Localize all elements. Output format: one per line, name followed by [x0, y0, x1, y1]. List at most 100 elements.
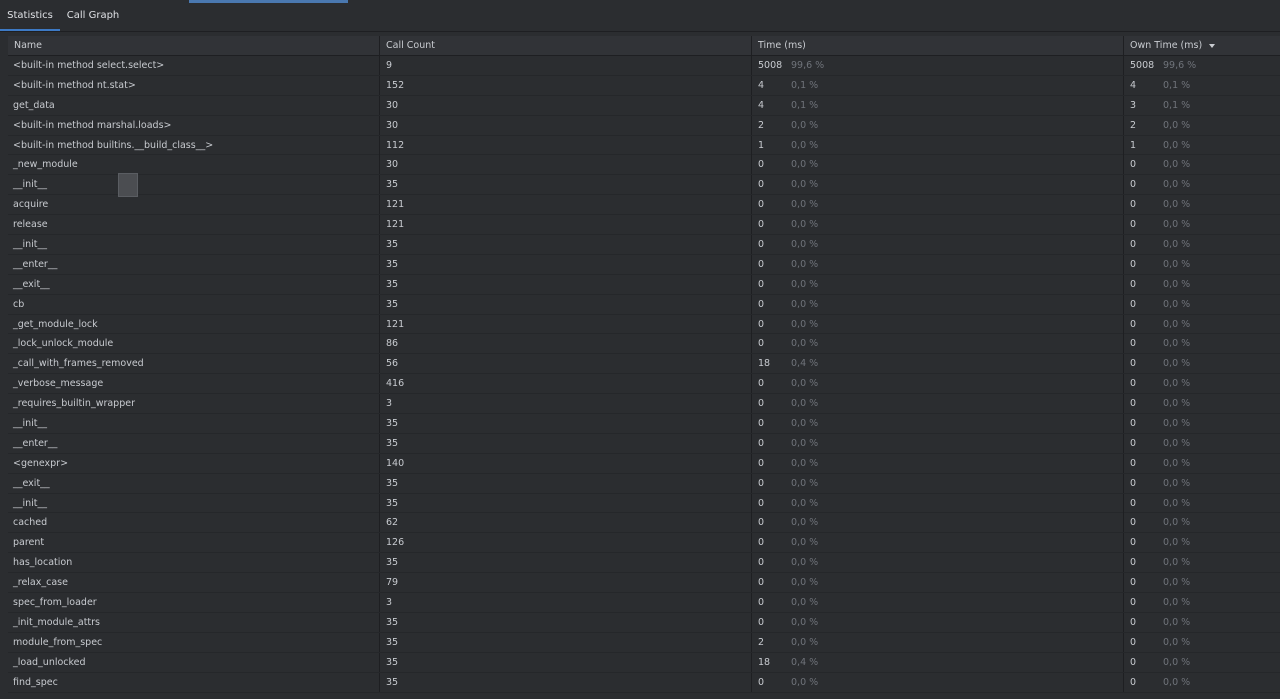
table-row[interactable]: __init__ 35 0 0,0 % 0 0,0 % [8, 414, 1280, 434]
cell-time-value: 4 [758, 79, 765, 91]
table-row[interactable]: get_data 30 4 0,1 % 3 0,1 % [8, 95, 1280, 116]
tab-statistics[interactable]: Statistics [0, 3, 60, 31]
table-row[interactable]: release 121 0 0,0 % 0 0,0 % [8, 215, 1280, 236]
cell-own-time-percent: 0,0 % [1163, 378, 1191, 390]
cell-own-time-value: 0 [1130, 437, 1137, 449]
cell-own-time-value: 2 [1130, 119, 1137, 131]
cell-name: __init__ [8, 175, 380, 195]
cell-time-value: 0 [758, 338, 765, 350]
cell-own-time-percent: 0,0 % [1163, 119, 1191, 131]
table-row[interactable]: <built-in method builtins.__build_class_… [8, 135, 1280, 156]
cell-own-time-percent: 0,0 % [1163, 636, 1191, 648]
cell-name: _get_module_lock [8, 314, 380, 334]
cell-name: cached [8, 513, 380, 533]
cell-own-time: 0 0,0 % [1124, 613, 1280, 632]
cell-own-time-percent: 0,0 % [1163, 358, 1191, 370]
table-row[interactable]: spec_from_loader 3 0 0,0 % 0 0,0 % [8, 593, 1280, 613]
cell-time: 0 0,0 % [752, 672, 1124, 692]
cell-own-time: 0 0,0 % [1124, 255, 1280, 274]
table-row[interactable]: <built-in method marshal.loads> 30 2 0,0 % 2… [8, 115, 1280, 136]
cell-call-count: 35 [380, 235, 752, 255]
cell-own-time-value: 0 [1130, 358, 1137, 370]
cell-own-time-value: 0 [1130, 378, 1137, 390]
column-header-name[interactable]: Name [8, 36, 380, 56]
table-row[interactable]: cached 62 0 0,0 % 0 0,0 % [8, 513, 1280, 534]
cell-time: 0 0,0 % [752, 274, 1124, 294]
cell-own-time-percent: 0,0 % [1163, 239, 1191, 251]
table-row[interactable]: _requires_builtin_wrapper 3 0 0,0 % 0 0,0 % [8, 394, 1280, 415]
cell-time-percent: 0,0 % [791, 278, 819, 290]
table-row[interactable]: _init_module_attrs 35 0 0,0 % 0 0,0 % [8, 612, 1280, 633]
column-header-own-time[interactable]: Own Time (ms) [1124, 36, 1280, 56]
table-row[interactable]: __init__ 35 0 0,0 % 0 0,0 % [8, 493, 1280, 514]
cell-name: spec_from_loader [8, 593, 380, 613]
table-row[interactable]: cb 35 0 0,0 % 0 0,0 % [8, 294, 1280, 315]
cell-time-percent: 0,0 % [791, 437, 819, 449]
table-row[interactable]: __exit__ 35 0 0,0 % 0 0,0 % [8, 274, 1280, 295]
table-row[interactable]: _call_with_frames_removed 56 18 0,4 % 0 0,0 % [8, 354, 1280, 375]
cell-time-percent: 0,0 % [791, 219, 819, 231]
cell-own-time-value: 0 [1130, 258, 1137, 270]
cell-own-time-percent: 99,6 % [1163, 60, 1197, 71]
cell-time-value: 0 [758, 477, 765, 489]
cell-time-percent: 0,0 % [791, 477, 819, 489]
cell-call-count: 121 [380, 215, 752, 235]
cell-name: acquire [8, 195, 380, 215]
table-row[interactable]: parent 126 0 0,0 % 0 0,0 % [8, 533, 1280, 554]
cell-call-count: 35 [380, 414, 752, 434]
cell-name: __init__ [8, 493, 380, 513]
cell-own-time: 0 0,0 % [1124, 414, 1280, 433]
table-row[interactable]: __exit__ 35 0 0,0 % 0 0,0 % [8, 473, 1280, 494]
cell-time: 0 0,0 % [752, 254, 1124, 274]
table-row[interactable]: _verbose_message 416 0 0,0 % 0 0,0 % [8, 374, 1280, 395]
cell-time-value: 0 [758, 219, 765, 231]
cell-time-percent: 0,0 % [791, 179, 819, 191]
cell-own-time: 0 0,0 % [1124, 354, 1280, 373]
cell-own-time-percent: 0,0 % [1163, 517, 1191, 529]
cell-time-value: 5008 [758, 60, 783, 71]
column-header-call-count[interactable]: Call Count [380, 36, 752, 56]
column-header-name-label: Name [14, 40, 43, 51]
cell-time-value: 0 [758, 398, 765, 410]
cell-name: module_from_spec [8, 632, 380, 652]
cell-own-time-percent: 0,1 % [1163, 99, 1191, 111]
table-row[interactable]: _lock_unlock_module 86 0 0,0 % 0 0,0 % [8, 334, 1280, 355]
cell-own-time: 0 0,0 % [1124, 533, 1280, 552]
table-row[interactable]: <built-in method select.select> 9 5008 99,6… [8, 56, 1280, 76]
cell-time-percent: 0,0 % [791, 636, 819, 648]
cell-name: _call_with_frames_removed [8, 354, 380, 374]
column-header-time[interactable]: Time (ms) [752, 36, 1124, 56]
cell-time-value: 0 [758, 258, 765, 270]
cell-time-percent: 99,6 % [791, 60, 825, 71]
table-row[interactable]: acquire 121 0 0,0 % 0 0,0 % [8, 195, 1280, 216]
table-row[interactable]: <genexpr> 140 0 0,0 % 0 0,0 % [8, 453, 1280, 474]
table-row[interactable]: __enter__ 35 0 0,0 % 0 0,0 % [8, 254, 1280, 275]
cell-own-time-percent: 0,0 % [1163, 318, 1191, 330]
table-row[interactable]: has_location 35 0 0,0 % 0 0,0 % [8, 553, 1280, 574]
cell-own-time-value: 0 [1130, 199, 1137, 211]
cell-own-time-value: 0 [1130, 517, 1137, 529]
cell-time-value: 0 [758, 298, 765, 310]
table-row[interactable]: __init__ 35 0 0,0 % 0 0,0 % [8, 175, 1280, 196]
cell-own-time: 0 0,0 % [1124, 235, 1280, 254]
cell-name: parent [8, 533, 380, 553]
cell-time-value: 0 [758, 199, 765, 211]
table-row[interactable]: _relax_case 79 0 0,0 % 0 0,0 % [8, 573, 1280, 594]
table-row[interactable]: _new_module 30 0 0,0 % 0 0,0 % [8, 155, 1280, 176]
cell-own-time-percent: 0,0 % [1163, 398, 1191, 410]
cell-time-percent: 0,0 % [791, 676, 819, 688]
table-row[interactable]: _get_module_lock 121 0 0,0 % 0 0,0 % [8, 314, 1280, 335]
cell-time-percent: 0,0 % [791, 338, 819, 350]
table-row[interactable]: <built-in method nt.stat> 152 4 0,1 % 4 0,1 % [8, 75, 1280, 96]
tab-call-graph[interactable]: Call Graph [62, 3, 124, 31]
cell-time: 0 0,0 % [752, 334, 1124, 354]
table-row[interactable]: _load_unlocked 35 18 0,4 % 0 0,0 % [8, 652, 1280, 673]
cell-call-count: 140 [380, 453, 752, 473]
table-row[interactable]: find_spec 35 0 0,0 % 0 0,0 % [8, 672, 1280, 693]
cell-time: 0 0,0 % [752, 612, 1124, 632]
table-row[interactable]: module_from_spec 35 2 0,0 % 0 0,0 % [8, 632, 1280, 653]
table-row[interactable]: __enter__ 35 0 0,0 % 0 0,0 % [8, 433, 1280, 454]
cell-time: 0 0,0 % [752, 215, 1124, 235]
table-body: <built-in method select.select> 9 5008 99,6… [8, 56, 1280, 693]
table-row[interactable]: __init__ 35 0 0,0 % 0 0,0 % [8, 235, 1280, 255]
